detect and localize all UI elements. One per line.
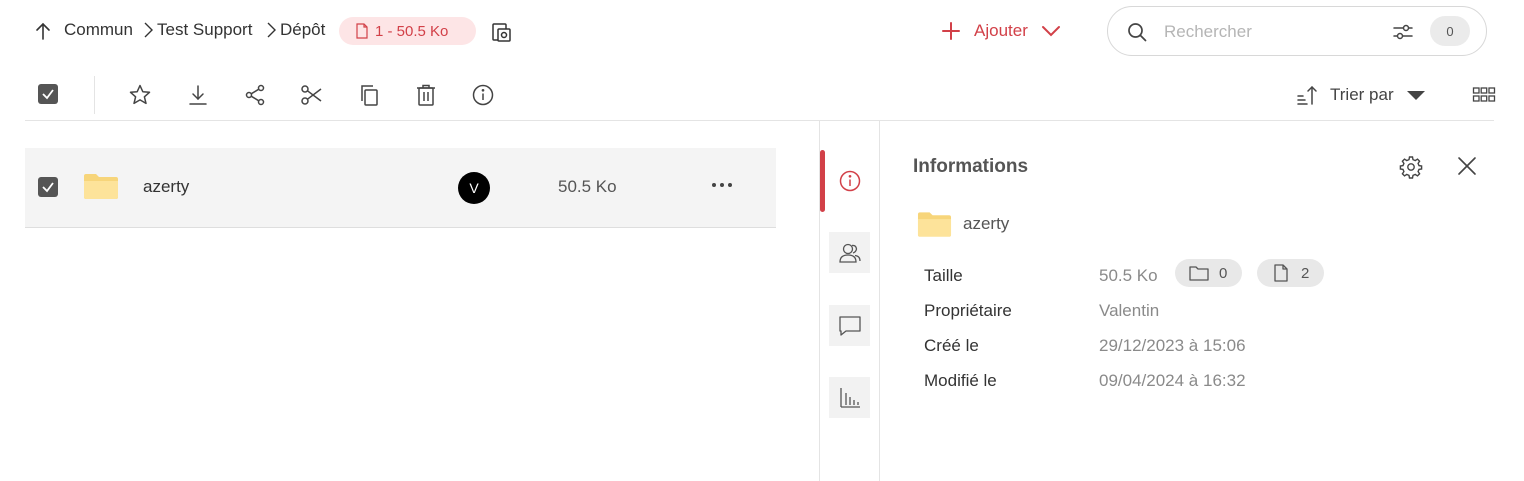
toolbar-divider-line (25, 120, 1494, 121)
row-checkbox[interactable] (38, 177, 58, 197)
folder-icon (917, 212, 952, 237)
created-label: Créé le (924, 336, 979, 355)
file-name[interactable]: azerty (143, 177, 189, 197)
tab-sharing[interactable] (829, 232, 870, 273)
breadcrumb-test-support[interactable]: Test Support (157, 20, 252, 40)
scissors-icon[interactable] (300, 83, 324, 107)
panel-divider-right (879, 121, 880, 481)
star-icon[interactable] (128, 83, 152, 107)
chevron-right-icon (267, 22, 276, 38)
info-icon[interactable] (471, 83, 495, 107)
comment-icon (838, 315, 861, 336)
checkmark-icon (42, 182, 54, 193)
tab-informations[interactable] (829, 160, 870, 201)
size-value: 50.5 Ko (1099, 266, 1158, 285)
grid-icon[interactable] (1472, 84, 1496, 106)
trash-icon[interactable] (414, 83, 438, 107)
more-icon[interactable] (709, 174, 735, 196)
plus-icon (942, 22, 960, 40)
breadcrumb-depot[interactable]: Dépôt (280, 20, 325, 40)
sort-icon (1297, 85, 1317, 105)
info-panel-title: Informations (913, 156, 1029, 177)
folder-count: 0 (1219, 264, 1228, 282)
chart-icon (839, 387, 860, 408)
created-value: 29/12/2023 à 15:06 (1099, 336, 1246, 355)
folder-count-badge: 0 (1175, 259, 1242, 287)
owner-value: Valentin (1099, 301, 1160, 320)
search-box: 0 (1107, 6, 1487, 56)
search-icon[interactable] (1126, 21, 1148, 43)
info-item-name: azerty (963, 214, 1010, 233)
breadcrumb-commun[interactable]: Commun (64, 20, 133, 40)
file-icon (356, 23, 368, 39)
toolbar-divider (94, 76, 95, 114)
modified-label: Modifié le (924, 371, 997, 390)
users-icon (838, 243, 861, 263)
caret-down-icon (1406, 91, 1425, 100)
tab-statistics[interactable] (829, 377, 870, 418)
file-icon (1274, 264, 1288, 282)
share-icon[interactable] (243, 83, 267, 107)
file-count-badge: 2 (1257, 259, 1324, 287)
chevron-right-icon (144, 22, 153, 38)
gear-icon[interactable] (1399, 155, 1423, 179)
filter-icon[interactable] (1392, 21, 1414, 43)
paste-icon[interactable] (490, 20, 514, 44)
file-count: 2 (1301, 264, 1310, 282)
search-input[interactable] (1164, 19, 1374, 45)
modified-value: 09/04/2024 à 16:32 (1099, 371, 1246, 390)
info-icon (839, 170, 860, 191)
folder-outline-icon (1189, 266, 1209, 281)
file-size: 50.5 Ko (558, 177, 617, 196)
active-tab-indicator (820, 150, 825, 212)
add-button-label: Ajouter (974, 21, 1028, 40)
sort-label: Trier par (1330, 85, 1394, 104)
sort-button[interactable]: Trier par (1296, 82, 1426, 108)
close-icon[interactable] (1456, 155, 1478, 177)
owner-label: Propriétaire (924, 301, 1012, 320)
folder-icon (84, 174, 118, 199)
header-bar: Commun Test Support Dépôt 1 - 50.5 Ko Aj… (0, 0, 1524, 62)
avatar: V (458, 172, 490, 204)
select-all-checkbox[interactable] (38, 84, 58, 104)
tab-comments[interactable] (829, 305, 870, 346)
selection-badge-text: 1 - 50.5 Ko (375, 22, 449, 40)
filter-count-badge: 0 (1430, 16, 1470, 46)
selection-badge: 1 - 50.5 Ko (339, 17, 476, 45)
table-row[interactable]: azerty V 50.5 Ko (25, 148, 776, 228)
chevron-down-icon (1041, 26, 1060, 37)
download-icon[interactable] (186, 83, 210, 107)
copy-icon[interactable] (357, 83, 381, 107)
up-arrow-icon[interactable] (32, 20, 54, 42)
size-label: Taille (924, 266, 963, 285)
checkmark-icon (42, 89, 54, 100)
toolbar: Trier par (0, 70, 1524, 120)
add-button[interactable]: Ajouter (940, 14, 1062, 48)
